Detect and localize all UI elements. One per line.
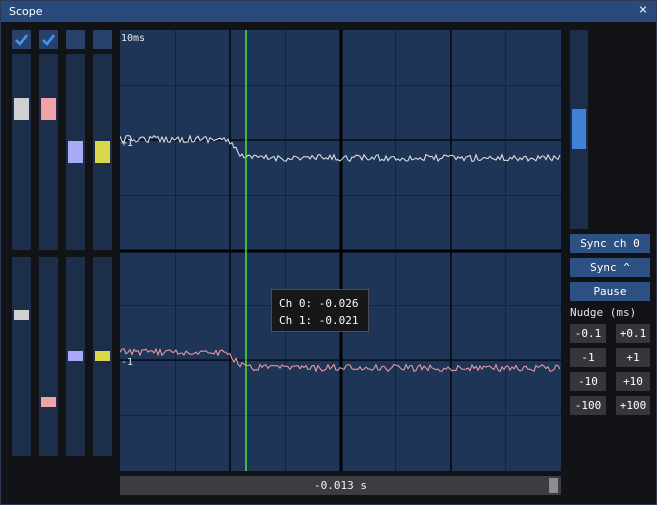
channel-3-scale-grab[interactable] bbox=[95, 351, 110, 361]
nudge-label: Nudge (ms) bbox=[570, 306, 637, 319]
channel-0-enable-checkbox[interactable] bbox=[12, 30, 31, 49]
nudge-minus-0.1-button[interactable]: -0.1 bbox=[570, 324, 606, 343]
channel-2-enable-checkbox[interactable] bbox=[66, 30, 85, 49]
nudge-minus-100-button[interactable]: -100 bbox=[570, 396, 606, 415]
nudge-plus-100-button[interactable]: +100 bbox=[616, 396, 650, 415]
channel-3-offset-slider[interactable] bbox=[93, 54, 112, 250]
nudge-plus-1-button[interactable]: +1 bbox=[616, 348, 650, 367]
checkmark-icon bbox=[42, 34, 55, 46]
nudge-minus-10-button[interactable]: -10 bbox=[570, 372, 606, 391]
tooltip-ch0-value: Ch 0: -0.026 bbox=[279, 297, 359, 310]
sync-edge-button[interactable]: Sync ^ bbox=[570, 258, 650, 277]
channel-2-offset-grab[interactable] bbox=[68, 141, 83, 163]
channel-1-offset-grab[interactable] bbox=[41, 98, 56, 120]
channel-0-offset-slider[interactable] bbox=[12, 54, 31, 250]
time-position-slider[interactable]: -0.013 s bbox=[120, 476, 561, 495]
time-division-label: 10ms bbox=[121, 33, 145, 44]
window-title: Scope bbox=[9, 5, 43, 18]
channel-2-scale-grab[interactable] bbox=[68, 351, 83, 361]
sync-channel-button[interactable]: Sync ch 0 bbox=[570, 234, 650, 253]
channel-3-enable-checkbox[interactable] bbox=[93, 30, 112, 49]
channel-3-offset-grab[interactable] bbox=[95, 141, 110, 163]
scope-plot-canvas[interactable]: 10ms +1 -1 bbox=[120, 30, 561, 471]
channel-1-scale-slider[interactable] bbox=[39, 257, 58, 456]
pause-button[interactable]: Pause bbox=[570, 282, 650, 301]
channel-0-offset-grab[interactable] bbox=[14, 98, 29, 120]
channel-0-scale-grab[interactable] bbox=[14, 310, 29, 320]
channel-1-enable-checkbox[interactable] bbox=[39, 30, 58, 49]
nudge-plus-0.1-button[interactable]: +0.1 bbox=[616, 324, 650, 343]
channel-1-scale-label: -1 bbox=[121, 357, 133, 368]
channel-1-offset-slider[interactable] bbox=[39, 54, 58, 250]
scope-window: Scope × 10ms +1 -1 Ch 0: -0.026 Ch 1: -0… bbox=[0, 0, 657, 505]
time-position-grab[interactable] bbox=[549, 478, 558, 493]
tooltip-ch1-value: Ch 1: -0.021 bbox=[279, 314, 359, 327]
time-position-value: -0.013 s bbox=[314, 479, 367, 492]
channel-0-scale-label: +1 bbox=[121, 138, 133, 149]
channel-3-scale-slider[interactable] bbox=[93, 257, 112, 456]
scope-plot[interactable]: 10ms +1 -1 bbox=[120, 30, 561, 471]
checkmark-icon bbox=[15, 34, 28, 46]
channel-1-scale-grab[interactable] bbox=[41, 397, 56, 407]
channel-0-scale-slider[interactable] bbox=[12, 257, 31, 456]
close-icon[interactable]: × bbox=[636, 3, 650, 17]
trigger-level-slider[interactable] bbox=[570, 30, 588, 229]
nudge-plus-10-button[interactable]: +10 bbox=[616, 372, 650, 391]
nudge-minus-1-button[interactable]: -1 bbox=[570, 348, 606, 367]
trigger-level-grab[interactable] bbox=[572, 109, 586, 149]
channel-2-offset-slider[interactable] bbox=[66, 54, 85, 250]
window-titlebar[interactable]: Scope × bbox=[1, 1, 656, 22]
cursor-value-tooltip: Ch 0: -0.026 Ch 1: -0.021 bbox=[271, 289, 369, 332]
channel-2-scale-slider[interactable] bbox=[66, 257, 85, 456]
